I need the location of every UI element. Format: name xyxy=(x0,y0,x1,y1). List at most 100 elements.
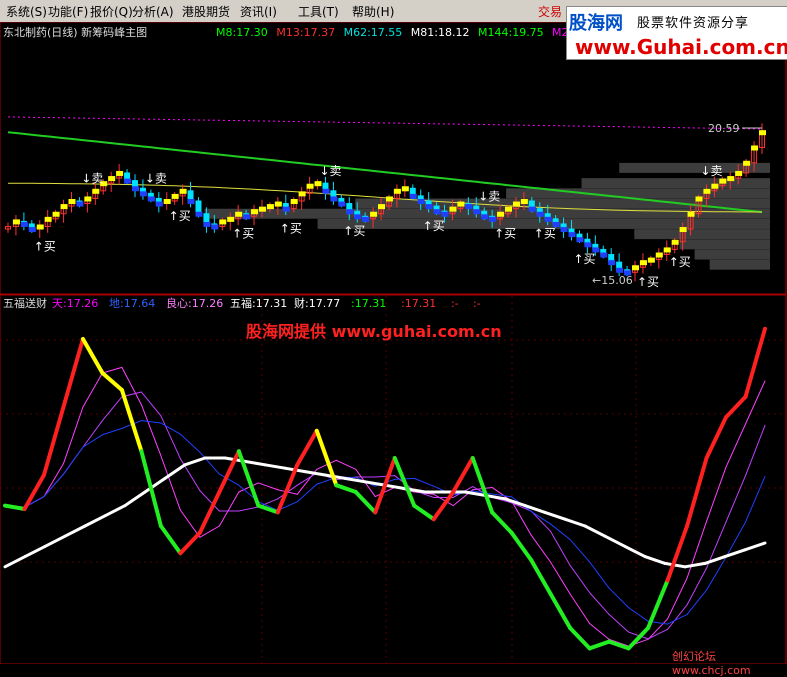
menu-extra[interactable]: 交易 xyxy=(538,3,562,20)
trend-block xyxy=(735,170,743,176)
menu-item-7[interactable]: 帮助(H) xyxy=(352,3,394,20)
chip-bar-9 xyxy=(709,259,770,270)
trend-block xyxy=(330,196,338,202)
trend-block xyxy=(314,181,322,187)
trend-block xyxy=(290,199,298,204)
chip-bar-8 xyxy=(694,249,770,260)
sub-legend-4: 财:17.77 xyxy=(294,296,340,310)
trend-block xyxy=(751,145,759,151)
trend-block xyxy=(219,219,227,225)
buy-signal-8: ↑买 xyxy=(573,252,595,266)
trend-block xyxy=(131,186,139,192)
trend-block xyxy=(616,267,624,273)
trend-block xyxy=(560,227,568,233)
sell-signal-1: ↓卖 xyxy=(145,171,167,185)
trend-block xyxy=(20,221,28,227)
chip-bar-7 xyxy=(679,239,770,250)
trend-block xyxy=(68,199,76,204)
sub-legend-5: :17.31 xyxy=(351,297,386,310)
sub-legend-6: :17.31 xyxy=(401,297,436,310)
trend-block xyxy=(711,183,719,189)
trend-block xyxy=(457,201,465,207)
sub-legend-7: :- xyxy=(451,297,459,310)
trend-block xyxy=(687,211,695,217)
menu-item-4[interactable]: 港股期货 xyxy=(182,3,230,20)
banner-slogan: 股票软件资源分享 xyxy=(637,16,750,31)
trend-block xyxy=(60,204,68,210)
trend-block xyxy=(655,252,663,258)
trend-block xyxy=(139,191,147,197)
trend-block xyxy=(163,199,171,204)
trend-block xyxy=(203,221,211,227)
trend-block xyxy=(282,206,290,212)
trend-block xyxy=(703,188,711,194)
trend-block xyxy=(179,188,187,194)
trend-block xyxy=(116,170,124,176)
trend-block xyxy=(274,201,282,207)
trend-block xyxy=(322,188,330,194)
trend-block xyxy=(647,257,655,263)
buy-signal-0: ↑买 xyxy=(34,239,56,253)
trend-block xyxy=(36,224,44,230)
chart-area: 东北制药(日线) 新筹码峰主图 M8:17.30 M13:17.37 M62:17.5… xyxy=(0,22,787,664)
trend-block xyxy=(759,130,766,136)
trend-block xyxy=(465,204,473,210)
trend-block xyxy=(346,209,354,215)
sub-legend-2: 良心:17.26 xyxy=(166,296,223,310)
sub-legend-0: 天:17.26 xyxy=(52,297,98,310)
buy-signal-1: ↑买 xyxy=(169,209,191,223)
menu-item-2[interactable]: 报价(Q) xyxy=(90,3,133,20)
ma-legend-0: M8:17.30 xyxy=(216,26,268,39)
trend-block xyxy=(576,237,584,243)
buy-signal-10: ↑买 xyxy=(669,255,691,269)
trend-block xyxy=(52,211,60,217)
trend-block xyxy=(108,176,116,182)
trend-block xyxy=(243,214,251,220)
menu-item-5[interactable]: 资讯(I) xyxy=(240,3,277,20)
menu-item-3[interactable]: 分析(A) xyxy=(132,3,174,20)
trend-block xyxy=(211,224,219,230)
trend-block xyxy=(425,204,433,210)
trend-block xyxy=(385,196,393,202)
ma-legend-3: M81:18.12 xyxy=(411,26,470,39)
trend-block xyxy=(393,188,401,194)
site-banner: 股海网 股票软件资源分享 www.Guhai.com.cn xyxy=(566,6,787,60)
bottom-watermark: 创幻论坛 www.chcj.com xyxy=(672,650,751,677)
trend-block xyxy=(266,204,274,210)
trend-block xyxy=(528,206,536,212)
sell-signal-3: ↓卖 xyxy=(478,189,500,203)
trend-block xyxy=(441,211,449,217)
low-price-label: ←15.06 xyxy=(592,274,633,287)
menu-item-1[interactable]: 功能(F) xyxy=(48,3,88,20)
menu-item-6[interactable]: 工具(T) xyxy=(298,3,339,20)
trend-block xyxy=(505,206,513,212)
trend-block xyxy=(584,242,592,248)
ma-legend-1: M13:17.37 xyxy=(276,26,335,39)
trend-block xyxy=(187,199,195,204)
trend-block xyxy=(608,260,616,266)
trend-block xyxy=(695,196,703,202)
trend-block xyxy=(409,193,417,199)
sub-legend-3: 五福:17.31 xyxy=(230,296,287,310)
menu-item-0[interactable]: 系统(S) xyxy=(6,3,47,20)
trend-block xyxy=(155,201,163,207)
buy-signal-4: ↑买 xyxy=(343,224,365,238)
sub-watermark: 股海网提供 www.guhai.com.cn xyxy=(246,322,502,341)
chip-bar-6 xyxy=(634,229,770,240)
trend-block xyxy=(44,216,52,222)
banner-url: www.Guhai.com.cn xyxy=(575,35,787,59)
trend-block xyxy=(28,227,36,233)
trend-block xyxy=(76,201,84,207)
sub-legend-8: :- xyxy=(473,297,481,310)
trend-block xyxy=(727,176,735,182)
sub-legend-1: 地:17.64 xyxy=(109,297,155,310)
trend-block xyxy=(433,209,441,215)
trend-block xyxy=(370,211,378,217)
trend-block xyxy=(92,188,100,194)
trend-block xyxy=(417,199,425,204)
trend-block xyxy=(171,193,179,199)
trend-block xyxy=(84,196,92,202)
trend-block xyxy=(378,204,386,210)
trend-block xyxy=(481,214,489,220)
buy-signal-6: ↑买 xyxy=(494,227,516,241)
